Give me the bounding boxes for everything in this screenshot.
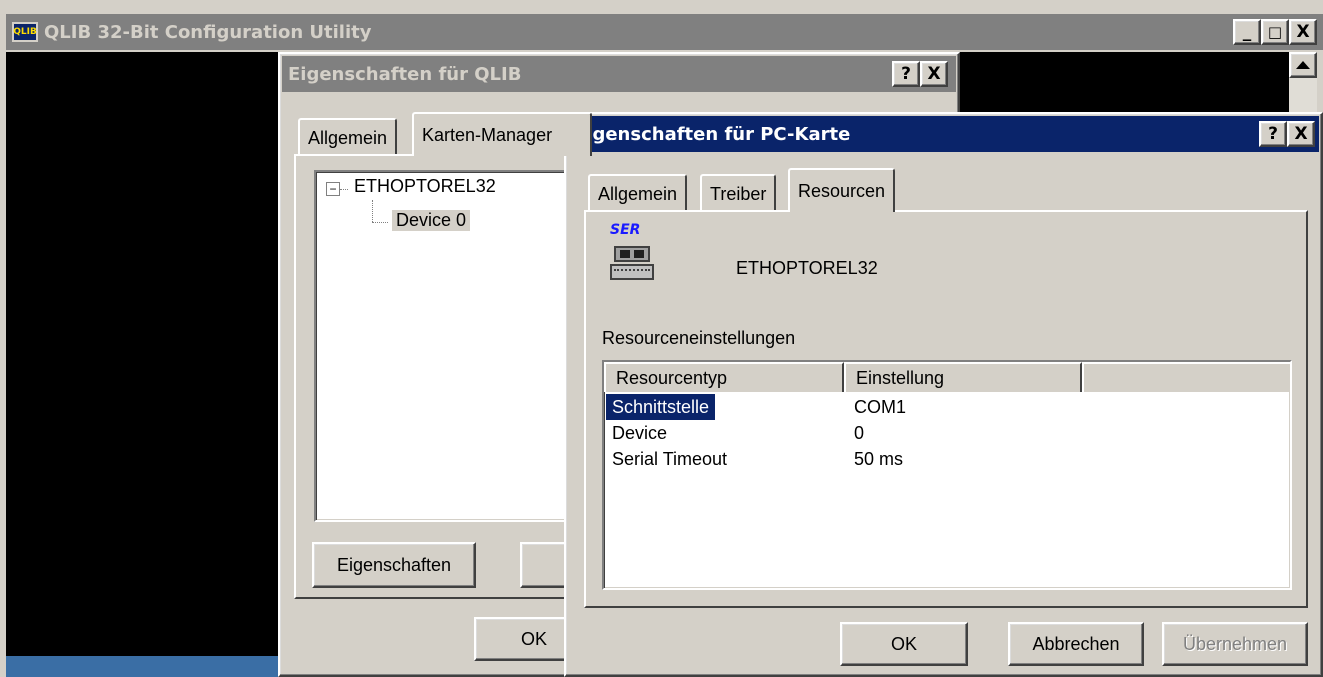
tree-line [340,189,348,190]
row-type: Device [612,423,668,443]
row-type-selected: Schnittstelle [606,394,716,420]
qlib-dialog-titlebar[interactable]: Eigenschaften für QLIB [282,56,956,92]
tree-line [372,200,373,222]
help-button[interactable]: ? [892,61,920,87]
column-header-resourcentyp[interactable]: Resourcentyp [604,362,844,392]
tree-line [372,222,388,223]
row-type: Serial Timeout [612,449,728,469]
row-value: COM1 [854,397,907,417]
tab-allgemein[interactable]: Allgemein [298,118,398,156]
qlib-dialog-close-button[interactable]: X [920,61,948,87]
qlib-dialog-title: Eigenschaften für QLIB [288,63,522,85]
resource-list-view[interactable]: Resourcentyp Einstellung Schnittstelle C… [602,360,1292,590]
tab-allgemein[interactable]: Allgemein [588,174,688,212]
scroll-up-button[interactable] [1289,52,1317,78]
pc-card-close-button[interactable]: X [1287,121,1315,147]
ser-icon-label: SER [610,222,641,238]
table-row[interactable]: Serial Timeout 50 ms [604,446,1290,472]
eigenschaften-button[interactable]: Eigenschaften [312,542,476,588]
pc-card-dialog: Eigenschaften für PC-Karte ? X Allgemein… [564,112,1323,677]
tab-treiber[interactable]: Treiber [700,174,777,212]
column-header-empty[interactable] [1082,362,1290,392]
ok-button[interactable]: OK [840,622,968,666]
uebernehmen-button[interactable]: Übernehmen [1162,622,1308,666]
abbrechen-button[interactable]: Abbrechen [1008,622,1144,666]
row-value: 0 [854,423,865,443]
tab-resourcen[interactable]: Resourcen [788,168,896,212]
table-row[interactable]: Device 0 [604,420,1290,446]
column-header-einstellung[interactable]: Einstellung [844,362,1082,392]
row-value: 50 ms [854,449,904,469]
pc-card-dialog-titlebar[interactable]: Eigenschaften für PC-Karte [568,116,1319,152]
arrow-up-icon [1296,61,1310,69]
serial-device-icon: SER [610,222,660,290]
main-window-titlebar[interactable]: QLIB QLIB 32-Bit Configuration Utility [6,14,1323,50]
maximize-button[interactable]: □ [1261,19,1289,45]
bottom-strip [6,656,306,677]
tree-node-root[interactable]: ETHOPTOREL32 [354,176,496,197]
minimize-button[interactable]: _ [1233,19,1261,45]
main-window-title: QLIB 32-Bit Configuration Utility [44,21,372,43]
close-button[interactable]: X [1289,19,1317,45]
pc-card-dialog-title: Eigenschaften für PC-Karte [574,123,851,145]
pc-card-help-button[interactable]: ? [1259,121,1287,147]
device-name: ETHOPTOREL32 [736,258,878,278]
tree-expander-icon[interactable]: − [326,182,340,196]
table-row[interactable]: Schnittstelle COM1 [604,394,1290,420]
tree-node-device-0[interactable]: Device 0 [392,210,471,231]
card-tree-view[interactable]: − ETHOPTOREL32 Device 0 [314,170,574,522]
tab-karten-manager[interactable]: Karten-Manager [412,112,592,156]
qlib-app-icon: QLIB [12,22,38,42]
resource-settings-label: Resourceneinstellungen [602,328,796,348]
